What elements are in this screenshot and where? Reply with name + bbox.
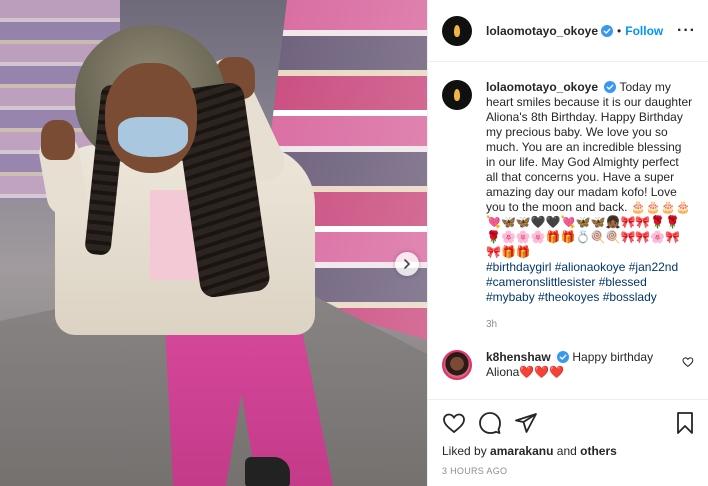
- girl-figure: [36, 25, 345, 486]
- author-avatar-small[interactable]: [442, 80, 472, 110]
- liked-by: Liked by amarakanu and others: [442, 444, 697, 458]
- candle-flame-icon: [454, 24, 460, 37]
- caption-time[interactable]: 3h: [486, 317, 694, 332]
- comment-icon[interactable]: [478, 411, 502, 435]
- liked-joiner: and: [556, 444, 577, 458]
- verified-badge-icon: [557, 351, 570, 363]
- caption-text: Today my heart smiles because it is our …: [486, 80, 693, 259]
- author-username[interactable]: lolaomotayo_okoye: [486, 24, 598, 38]
- post-timestamp[interactable]: 3 HOURS AGO: [442, 466, 697, 476]
- verified-badge-icon: [601, 24, 614, 37]
- post-photo[interactable]: [0, 0, 427, 486]
- instagram-post: lolaomotayo_okoye • Follow ··· lolaomota…: [0, 0, 708, 486]
- more-options-icon[interactable]: ···: [677, 22, 696, 40]
- post-actions: Liked by amarakanu and others 3 HOURS AG…: [428, 399, 708, 476]
- verified-badge-icon: [604, 81, 617, 93]
- caption: lolaomotayo_okoye Today my heart smiles …: [442, 80, 694, 332]
- commenter-avatar[interactable]: [442, 350, 472, 380]
- face-mask: [118, 117, 188, 157]
- chevron-right-icon: [404, 259, 410, 269]
- liked-prefix: Liked by: [442, 444, 487, 458]
- comment-row: k8henshaw Happy birthday Aliona❤️❤️❤️: [442, 350, 694, 380]
- comment-body: k8henshaw Happy birthday Aliona❤️❤️❤️: [486, 350, 682, 380]
- heart-icon[interactable]: [442, 411, 466, 435]
- author-avatar[interactable]: [442, 15, 472, 46]
- next-photo-button[interactable]: [395, 252, 419, 276]
- caption-username[interactable]: lolaomotayo_okoye: [486, 80, 598, 94]
- peace-sign-hand-left: [41, 120, 75, 160]
- candle-flame-icon: [454, 89, 460, 101]
- action-icons: [442, 408, 697, 438]
- shoe: [245, 457, 290, 486]
- separator-dot: •: [617, 23, 622, 38]
- liked-user[interactable]: amarakanu: [490, 444, 553, 458]
- comments-area: lolaomotayo_okoye Today my heart smiles …: [428, 62, 708, 380]
- commenter-username[interactable]: k8henshaw: [486, 350, 551, 364]
- post-header: lolaomotayo_okoye • Follow ···: [428, 0, 708, 62]
- caption-hashtags[interactable]: #birthdaygirl #alionaokoye #jan22nd #cam…: [486, 260, 694, 305]
- comment-like-heart-icon[interactable]: [682, 356, 694, 368]
- liked-others[interactable]: others: [580, 444, 617, 458]
- bookmark-icon[interactable]: [673, 411, 697, 435]
- follow-button[interactable]: Follow: [625, 24, 663, 38]
- caption-body: lolaomotayo_okoye Today my heart smiles …: [486, 80, 694, 332]
- post-side-panel: lolaomotayo_okoye • Follow ··· lolaomota…: [427, 0, 708, 486]
- paper-plane-icon[interactable]: [514, 411, 538, 435]
